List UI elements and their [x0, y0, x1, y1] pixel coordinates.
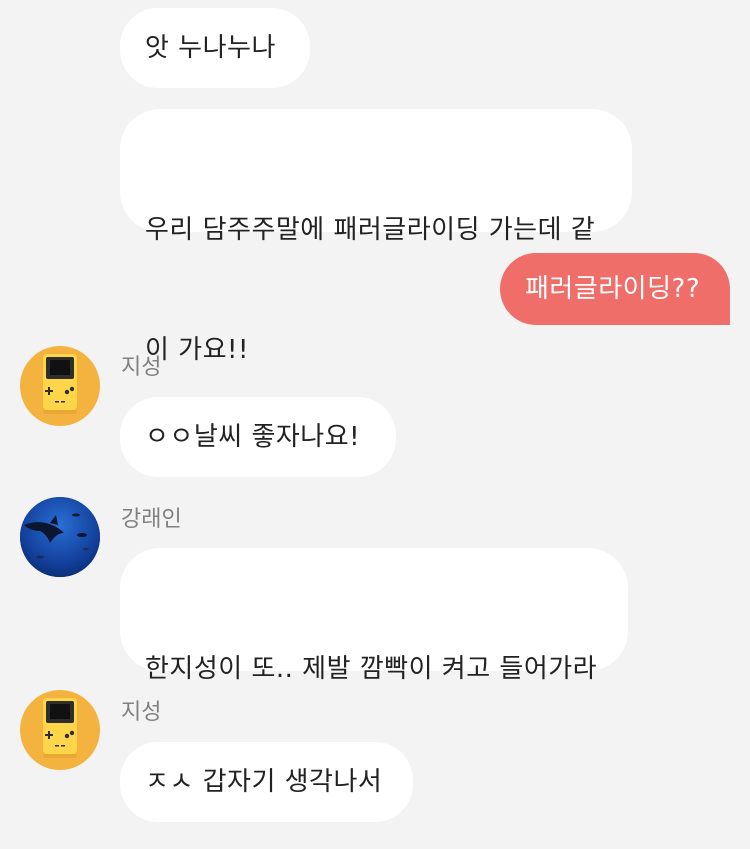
sender-name: 지성 — [121, 355, 162, 380]
gameboy-icon — [43, 698, 77, 758]
message-bubble-outgoing[interactable]: 패러글라이딩?? — [500, 253, 730, 325]
gameboy-icon — [43, 354, 77, 414]
message-bubble[interactable]: ㅈㅅ 갑자기 생각나서 — [120, 742, 413, 822]
message-bubble[interactable]: ㅇㅇ날씨 좋자나요! — [120, 397, 396, 477]
message-text-line: 이 가요!! — [145, 335, 249, 365]
message-text-line: 한지성이 또.. 제발 깜빡이 켜고 들어가라 — [145, 654, 598, 684]
message-text: ㅈㅅ 갑자기 생각나서 — [145, 767, 383, 797]
avatar-jiseong[interactable] — [20, 346, 100, 426]
message-bubble[interactable]: 앗 누나누나 — [120, 8, 310, 88]
message-text: 앗 누나누나 — [145, 33, 276, 63]
message-text-line: 우리 담주주말에 패러글라이딩 가는데 같 — [145, 215, 596, 245]
shark-ocean-icon — [20, 497, 100, 577]
sender-name: 지성 — [121, 700, 162, 725]
message-text: 패러글라이딩?? — [525, 274, 701, 304]
message-bubble[interactable]: 한지성이 또.. 제발 깜빡이 켜고 들어가라 고 했지 — [120, 548, 628, 804]
message-text: ㅇㅇ날씨 좋자나요! — [145, 422, 361, 452]
message-bubble[interactable]: 우리 담주주말에 패러글라이딩 가는데 같 이 가요!! — [120, 109, 632, 365]
sender-name: 강래인 — [121, 507, 182, 532]
avatar-jiseong[interactable] — [20, 690, 100, 770]
avatar-raein[interactable] — [20, 497, 100, 577]
